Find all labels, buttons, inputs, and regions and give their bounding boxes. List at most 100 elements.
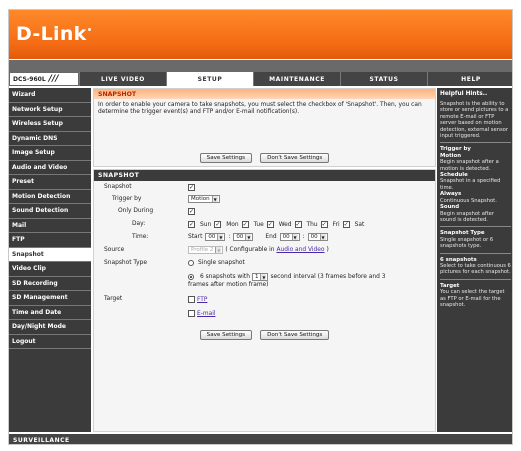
- single-snapshot-radio[interactable]: [188, 260, 194, 266]
- start-minute-value: 00: [236, 234, 244, 240]
- end-minute-select[interactable]: 00 ▼: [307, 233, 328, 241]
- day-thu-checkbox[interactable]: ✓: [294, 221, 302, 228]
- camera-setup-window: D-Link DCS-960L /// LIVE VIDEO SETUP MAI…: [8, 9, 513, 445]
- sidebar-item-wizard[interactable]: Wizard: [9, 88, 91, 103]
- sidebar-item-network-setup[interactable]: Network Setup: [9, 103, 91, 117]
- chevron-down-icon: ▼: [211, 196, 218, 202]
- day-label: Day:: [132, 221, 146, 227]
- target-ftp-link[interactable]: FTP: [197, 297, 207, 303]
- dlink-logo: D-Link: [16, 23, 91, 45]
- form-save-settings-button[interactable]: Save Settings: [199, 330, 253, 340]
- sidebar-item-dynamic-dns[interactable]: Dynamic DNS: [9, 132, 91, 146]
- main-content: SNAPSHOT In order to enable your camera …: [93, 88, 436, 432]
- trigger-label: Trigger by: [112, 196, 142, 202]
- sidebar-item-time-and-date[interactable]: Time and Date: [9, 306, 91, 320]
- day-thu-label: Thu: [306, 221, 318, 228]
- multi-snapshot-radio[interactable]: [188, 274, 194, 280]
- tab-setup[interactable]: SETUP: [166, 72, 253, 86]
- sidebar-item-ftp[interactable]: FTP: [9, 233, 91, 248]
- end-hour-select[interactable]: 00 ▼: [279, 233, 300, 241]
- day-wed-checkbox[interactable]: ✓: [266, 221, 274, 228]
- snapshot-type-label: Snapshot Type: [104, 260, 147, 266]
- intro-text: In order to enable your camera to take s…: [98, 102, 422, 116]
- tab-status[interactable]: STATUS: [340, 72, 427, 86]
- help-divider: [440, 226, 511, 228]
- chevron-down-icon: ▼: [291, 234, 298, 240]
- day-fri-label: Fri: [332, 221, 340, 228]
- help-panel: Helpful Hints.. Snapshot is the ability …: [437, 88, 512, 432]
- multi-snapshot-prefix: 6 snapshots with: [200, 274, 250, 280]
- sidebar-item-snapshot[interactable]: Snapshot: [9, 247, 91, 262]
- sidebar-item-image-setup[interactable]: Image Setup: [9, 146, 91, 161]
- chevron-down-icon: ▼: [215, 247, 222, 253]
- help-title: Helpful Hints..: [440, 91, 488, 97]
- intro-button-row: Save Settings Don't Save Settings: [94, 153, 435, 163]
- day-sat-checkbox[interactable]: ✓: [342, 221, 350, 228]
- start-hour-select[interactable]: 00 ▼: [205, 233, 226, 241]
- sidebar-item-motion-detection[interactable]: Motion Detection: [9, 190, 91, 204]
- trigger-select-value: Motion: [191, 196, 210, 202]
- sidebar-item-wireless-setup[interactable]: Wireless Setup: [9, 117, 91, 132]
- sidebar-item-logout[interactable]: Logout: [9, 335, 91, 349]
- target-email-link[interactable]: E-mail: [197, 311, 215, 317]
- time-separator: :: [302, 234, 305, 240]
- day-mon-label: Mon: [226, 221, 239, 228]
- footer-bar: SURVEILLANCE: [9, 434, 512, 444]
- snapshot-form-section: SNAPSHOT Snapshot ✓ Trigger by Motion ▼ …: [93, 169, 436, 432]
- tab-help[interactable]: HELP: [427, 72, 512, 86]
- snapshot-checkbox[interactable]: ✓: [188, 184, 195, 191]
- time-controls: Start 00 ▼ : 00 ▼ End 00 ▼ : 00 ▼: [188, 233, 328, 241]
- day-sun-checkbox[interactable]: ✓: [188, 221, 195, 228]
- day-tue-checkbox[interactable]: ✓: [241, 221, 249, 228]
- form-button-row: Save Settings Don't Save Settings: [94, 330, 435, 340]
- day-sat-label: Sat: [354, 221, 365, 228]
- multi-snapshot-suffix: second interval (3 frames before and 3: [270, 274, 386, 280]
- help-divider: [440, 252, 511, 254]
- form-dont-save-settings-button[interactable]: Don't Save Settings: [260, 330, 330, 340]
- only-during-checkbox[interactable]: ✓: [188, 208, 195, 215]
- dont-save-settings-button[interactable]: Don't Save Settings: [260, 153, 330, 163]
- help-intro: Snapshot is the ability to store or send…: [440, 101, 509, 140]
- trigger-select[interactable]: Motion ▼: [188, 195, 220, 203]
- day-fri-checkbox[interactable]: ✓: [320, 221, 328, 228]
- help-text-6-snapshots: Select to take continuous 6 pictures for…: [440, 262, 511, 276]
- sidebar-item-mail[interactable]: Mail: [9, 219, 91, 233]
- sidebar-item-sd-recording[interactable]: SD Recording: [9, 277, 91, 291]
- single-snapshot-label: Single snapshot: [198, 260, 245, 266]
- day-mon-checkbox[interactable]: ✓: [214, 221, 222, 228]
- source-note-suffix: ): [326, 247, 329, 253]
- model-name: DCS-960L: [13, 75, 46, 83]
- sidebar-item-sd-management[interactable]: SD Management: [9, 291, 91, 306]
- end-minute-value: 00: [310, 234, 318, 240]
- sidebar-item-preset[interactable]: Preset: [9, 175, 91, 190]
- time-label: Time:: [132, 234, 149, 240]
- day-checkboxes: ✓ Sun ✓ Mon ✓ Tue ✓ Wed ✓ Thu ✓ Fri ✓ Sat: [188, 221, 364, 228]
- sidebar-item-video-clip[interactable]: Video Clip: [9, 262, 91, 277]
- audio-and-video-link[interactable]: Audio and Video: [276, 247, 324, 253]
- intro-title: SNAPSHOT: [94, 89, 435, 99]
- start-hour-value: 00: [208, 234, 216, 240]
- start-label: Start: [188, 234, 203, 240]
- interval-select[interactable]: 1 ▼: [251, 273, 269, 281]
- save-settings-button[interactable]: Save Settings: [199, 153, 253, 163]
- source-select[interactable]: Profile 2 ▼: [188, 246, 224, 254]
- model-slashes: ///: [48, 74, 59, 84]
- chevron-down-icon: ▼: [217, 234, 224, 240]
- help-text-target: You can select the target as FTP or E-ma…: [440, 289, 505, 308]
- target-ftp-checkbox[interactable]: [188, 296, 195, 303]
- only-during-label: Only During: [118, 208, 154, 214]
- sidebar: Wizard Network Setup Wireless Setup Dyna…: [9, 88, 91, 432]
- tab-live-video[interactable]: LIVE VIDEO: [79, 72, 166, 86]
- intro-section: SNAPSHOT In order to enable your camera …: [93, 88, 436, 167]
- tab-maintenance[interactable]: MAINTENANCE: [253, 72, 340, 86]
- sidebar-item-day-night-mode[interactable]: Day/Night Mode: [9, 320, 91, 335]
- target-email-checkbox[interactable]: [188, 310, 195, 317]
- day-tue-label: Tue: [253, 221, 264, 228]
- sidebar-item-sound-detection[interactable]: Sound Detection: [9, 204, 91, 219]
- help-text-schedule: Snapshot in a specified time.: [440, 178, 501, 191]
- interval-select-value: 1: [254, 274, 259, 280]
- sidebar-item-audio-and-video[interactable]: Audio and Video: [9, 161, 91, 175]
- time-separator: :: [228, 234, 231, 240]
- footer-surveillance: SURVEILLANCE: [13, 436, 70, 444]
- start-minute-select[interactable]: 00 ▼: [233, 233, 254, 241]
